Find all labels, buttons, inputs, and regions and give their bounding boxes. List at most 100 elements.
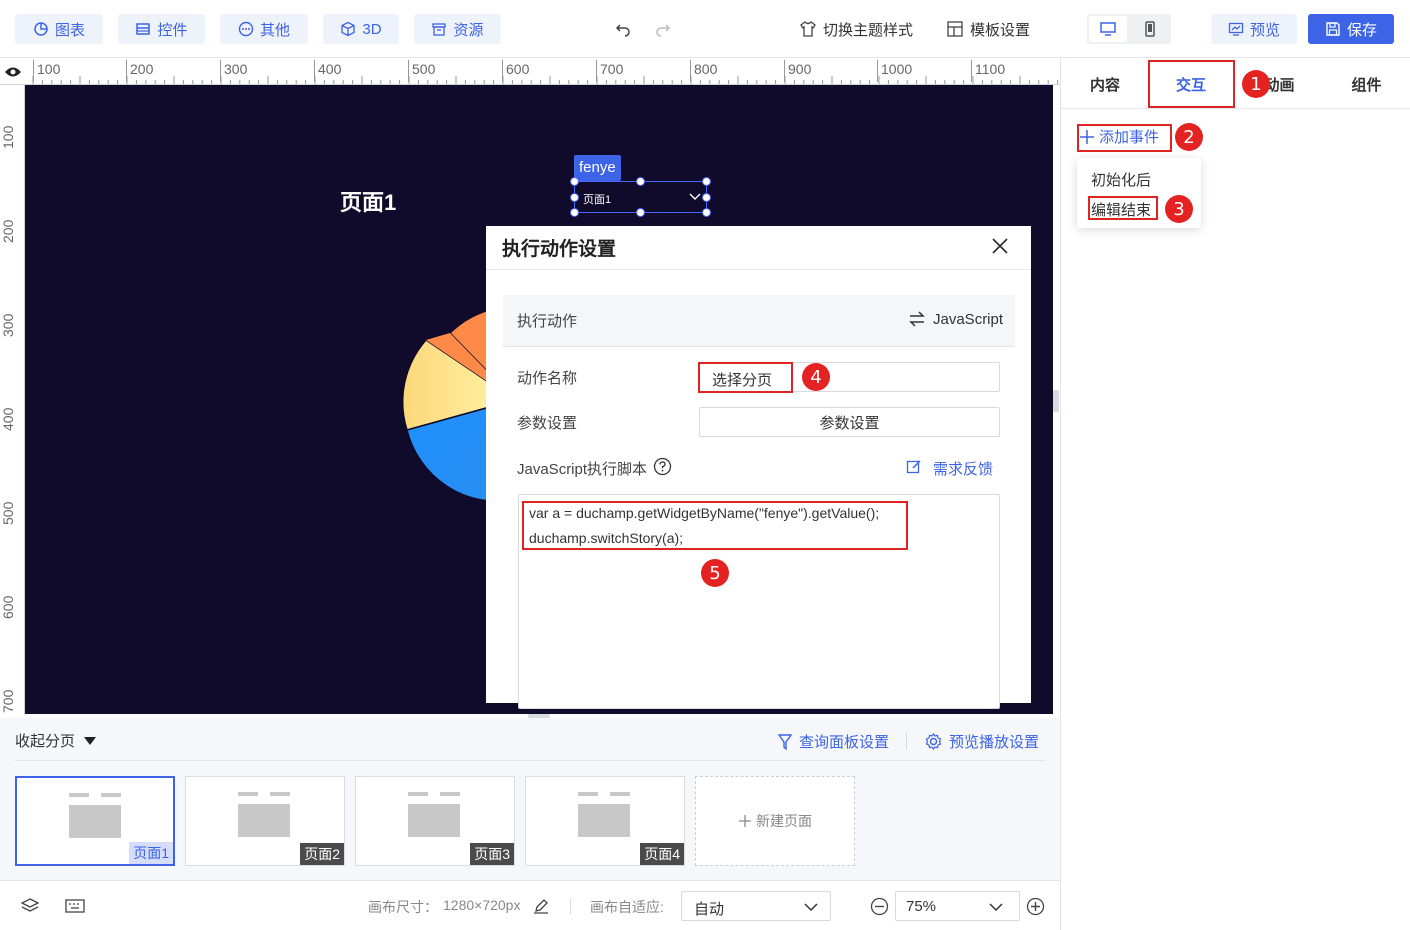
save-icon: [1326, 22, 1340, 36]
device-toggle: [1087, 14, 1171, 44]
page-thumbnail[interactable]: 页面3: [355, 776, 515, 866]
ruler-top: 100 200 300 400 500 600 700 800 900 1000…: [0, 58, 1060, 85]
redo-button[interactable]: [654, 14, 672, 44]
tab-divider: [1061, 108, 1410, 109]
thumb-placeholder: [408, 804, 460, 837]
new-page-button[interactable]: 新建页面: [695, 776, 855, 866]
resize-handle[interactable]: [570, 193, 579, 202]
widget-name-tag: fenye: [574, 155, 621, 181]
monitor-icon: [1100, 22, 1116, 36]
pages-bar: 收起分页 查询面板设置 预览播放设置 页面1 页面2 页面3 页面4 新建页面: [0, 718, 1060, 880]
divider: [906, 732, 907, 750]
phone-icon: [1145, 21, 1155, 37]
zoom-in-icon[interactable]: [1026, 897, 1045, 916]
resource-button[interactable]: 资源: [414, 14, 501, 44]
filter-icon: [778, 733, 792, 750]
thumb-placeholder: [440, 792, 460, 796]
save-button-label: 保存: [1346, 21, 1377, 39]
canvas-adapt-select[interactable]: 自动: [681, 891, 831, 921]
resize-handle[interactable]: [570, 177, 579, 186]
zoom-out-icon[interactable]: [870, 897, 889, 916]
action-section-label: 执行动作: [517, 313, 578, 330]
mobile-toggle[interactable]: [1131, 16, 1169, 42]
eye-icon[interactable]: [4, 66, 22, 78]
thumb-placeholder: [408, 792, 428, 796]
theme-button[interactable]: 切换主题样式: [799, 14, 913, 44]
ruler-top-label: 900: [784, 60, 811, 82]
ruler-left-label: 600: [0, 595, 16, 619]
pencil-icon[interactable]: [533, 898, 549, 914]
cube-icon: [341, 21, 356, 37]
other-button[interactable]: 其他: [220, 14, 308, 44]
resize-handle[interactable]: [636, 208, 645, 217]
ruler-top-label: 700: [596, 60, 623, 82]
thumb-placeholder: [578, 792, 598, 796]
ruler-top-label: 500: [408, 60, 435, 82]
preview-play-settings[interactable]: 预览播放设置: [925, 731, 1039, 752]
ruler-left-label: 700: [0, 689, 16, 713]
ruler-top-label: 100: [33, 60, 60, 82]
edit-icon[interactable]: [906, 459, 922, 475]
save-button[interactable]: 保存: [1308, 14, 1394, 44]
menu-item-init[interactable]: 初始化后: [1091, 169, 1151, 190]
status-bar: 画布尺寸： 1280×720px 画布自适应: 自动 75%: [0, 880, 1060, 930]
canvas-size-label: 画布尺寸：: [368, 899, 438, 915]
resize-handle[interactable]: [636, 177, 645, 186]
query-panel-settings[interactable]: 查询面板设置: [778, 731, 889, 752]
action-settings-dialog: 执行动作设置 执行动作 JavaScript 动作名称 选择分页 参数设置 参数…: [486, 226, 1031, 709]
page-title[interactable]: 页面1: [340, 185, 396, 217]
feedback-link[interactable]: 需求反馈: [933, 458, 993, 479]
resize-handle[interactable]: [570, 208, 579, 217]
page-thumbnail[interactable]: 页面1: [15, 776, 175, 866]
tab-content[interactable]: 内容: [1062, 59, 1148, 109]
canvas-size-value: 1280×720px: [443, 897, 521, 913]
thumb-placeholder: [578, 804, 630, 837]
template-button[interactable]: 模板设置: [946, 14, 1030, 44]
thumb-placeholder: [238, 792, 258, 796]
thumb-placeholder: [101, 793, 121, 797]
dialog-header: 执行动作设置: [486, 226, 1031, 270]
step-badge: 3: [1165, 195, 1193, 223]
collapse-pages-label: 收起分页: [15, 733, 76, 750]
ruler-left-label: 400: [0, 407, 16, 431]
help-icon[interactable]: [653, 457, 672, 476]
highlight-box: [1077, 124, 1172, 152]
page-thumbnail[interactable]: 页面2: [185, 776, 345, 866]
undo-button[interactable]: [614, 14, 632, 44]
widget-button[interactable]: 控件: [118, 14, 205, 44]
close-icon[interactable]: [991, 237, 1009, 255]
keyboard-icon[interactable]: [65, 899, 85, 913]
highlight-box: [522, 501, 908, 550]
desktop-toggle[interactable]: [1089, 16, 1127, 42]
chart-button[interactable]: 图表: [15, 14, 103, 44]
action-type-label[interactable]: JavaScript: [933, 311, 1003, 328]
template-button-label: 模板设置: [970, 21, 1031, 39]
divider: [15, 760, 1045, 761]
ruler-top-label: 200: [126, 60, 153, 82]
tab-content-label: 内容: [1089, 76, 1120, 94]
gear-icon: [925, 733, 942, 750]
chevron-down-icon: [804, 903, 818, 912]
canvas-adapt-label: 画布自适应:: [590, 899, 664, 915]
chevron-down-icon: [689, 193, 701, 200]
resize-handle[interactable]: [702, 177, 711, 186]
resize-handle[interactable]: [702, 193, 711, 202]
collapse-pages-toggle[interactable]: 收起分页: [15, 730, 97, 751]
page-thumbnail-label: 页面2: [300, 843, 344, 865]
param-settings-button[interactable]: 参数设置: [699, 407, 1000, 437]
panel-resize-grip[interactable]: [1053, 390, 1059, 412]
page-thumbnail-label: 页面1: [129, 842, 173, 864]
zoom-value: 75%: [906, 898, 937, 915]
page-thumbnail-label: 页面3: [470, 843, 514, 865]
thumb-placeholder: [610, 792, 630, 796]
zoom-select[interactable]: 75%: [895, 891, 1020, 921]
dialog-title: 执行动作设置: [502, 239, 617, 260]
preview-button[interactable]: 预览: [1211, 14, 1297, 44]
resize-handle[interactable]: [702, 208, 711, 217]
layers-icon[interactable]: [21, 898, 39, 915]
switch-icon[interactable]: [908, 311, 926, 327]
tab-component[interactable]: 组件: [1323, 59, 1410, 109]
threed-button[interactable]: 3D: [323, 14, 399, 44]
page-thumbnail[interactable]: 页面4: [525, 776, 685, 866]
thumb-placeholder: [69, 805, 121, 838]
